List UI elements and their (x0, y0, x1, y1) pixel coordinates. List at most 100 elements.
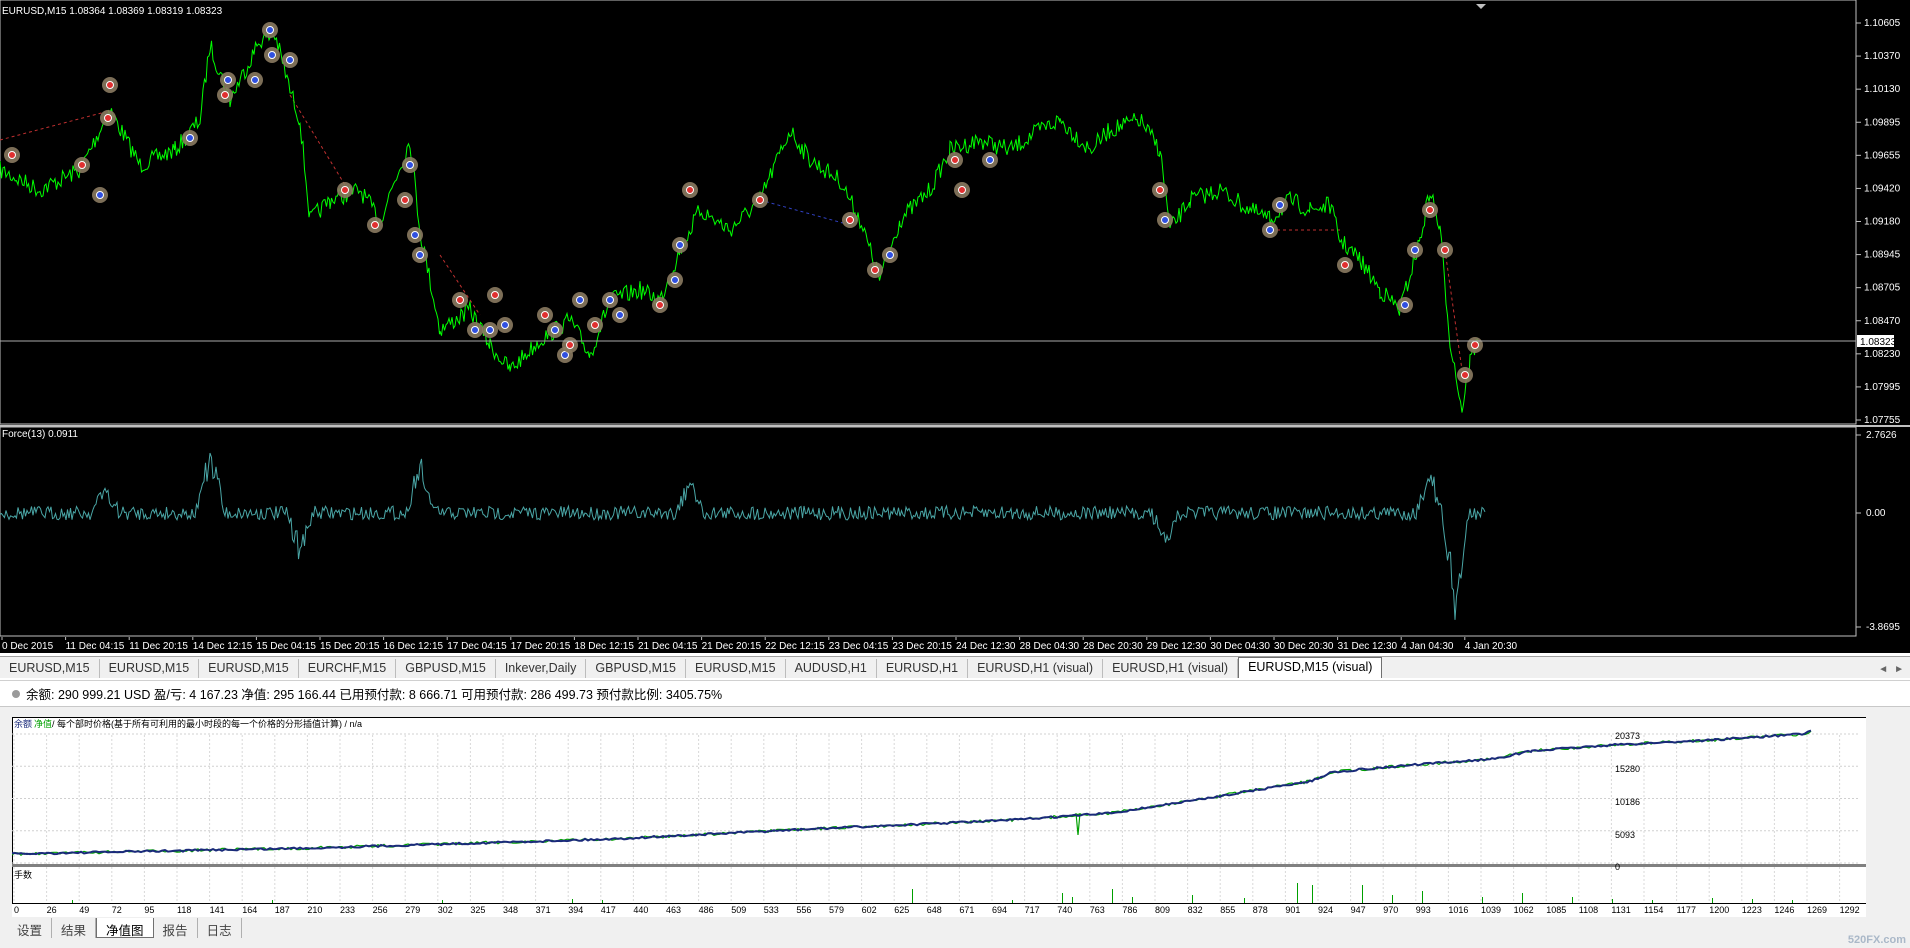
lots-bar (1072, 897, 1073, 903)
trade-marker-icon[interactable] (667, 272, 683, 288)
trade-marker-icon[interactable] (282, 52, 298, 68)
tester-tab[interactable]: 设置 (8, 918, 53, 938)
equity-x-label: 233 (340, 905, 355, 915)
force-indicator-chart[interactable]: Force(13) 0.0911 2.7626 0.00 -3.8695 (0, 427, 1910, 637)
trade-marker-icon[interactable] (407, 227, 423, 243)
equity-x-label: 118 (177, 905, 191, 915)
trade-marker-icon[interactable] (102, 77, 118, 93)
chart-tab[interactable]: Inkever,Daily (496, 659, 587, 678)
equity-x-label: 1200 (1709, 905, 1729, 915)
equity-x-label: 556 (796, 905, 811, 915)
lots-bar (1062, 893, 1063, 903)
trade-marker-icon[interactable] (1272, 197, 1288, 213)
trade-marker-icon[interactable] (247, 72, 263, 88)
arrow-left-icon[interactable]: ◄ (1878, 664, 1888, 675)
lots-bar (1792, 900, 1793, 903)
trade-marker-icon[interactable] (652, 297, 668, 313)
trade-marker-icon[interactable] (954, 182, 970, 198)
chart-tab[interactable]: EURUSD,H1 (visual) (1103, 659, 1239, 678)
trade-marker-icon[interactable] (572, 292, 588, 308)
trade-marker-icon[interactable] (562, 337, 578, 353)
chart-tab[interactable]: EURUSD,H1 (visual) (968, 659, 1104, 678)
trade-marker-icon[interactable] (402, 157, 418, 173)
trade-marker-icon[interactable] (74, 157, 90, 173)
chart-tab[interactable]: EURUSD,M15 (visual) (1238, 657, 1383, 678)
trade-marker-icon[interactable] (1152, 182, 1168, 198)
lots-bar (442, 900, 443, 903)
trade-marker-icon[interactable] (1337, 257, 1353, 273)
time-axis-label: 22 Dec 12:15 (765, 641, 825, 652)
trade-marker-icon[interactable] (612, 307, 628, 323)
trade-marker-icon[interactable] (217, 87, 233, 103)
trade-marker-icon[interactable] (982, 152, 998, 168)
price-axis-label: 1.08945 (1864, 250, 1901, 261)
trade-marker-icon[interactable] (487, 287, 503, 303)
trade-marker-icon[interactable] (1467, 337, 1483, 353)
trade-marker-icon[interactable] (1157, 212, 1173, 228)
legend-balance: 余额 (14, 718, 32, 729)
tester-tabs-bar: 设置 结果 净值图 报告 日志 (0, 918, 1910, 948)
trade-marker-icon[interactable] (497, 317, 513, 333)
trade-marker-icon[interactable] (264, 47, 280, 63)
chart-tab[interactable]: EURUSD,M15 (199, 659, 299, 678)
legend-equity: 净值 (34, 718, 52, 729)
trade-marker-icon[interactable] (337, 182, 353, 198)
time-axis-label: 11 Dec 20:15 (129, 641, 188, 652)
trade-marker-icon[interactable] (220, 72, 236, 88)
trade-marker-icon[interactable] (1437, 242, 1453, 258)
trade-marker-icon[interactable] (682, 182, 698, 198)
time-axis-label: 23 Dec 20:15 (892, 641, 952, 652)
tester-tab[interactable]: 净值图 (96, 918, 154, 938)
chart-tab[interactable]: GBPUSD,M15 (396, 659, 496, 678)
trade-marker-icon[interactable] (92, 187, 108, 203)
chart-tab[interactable]: AUDUSD,H1 (786, 659, 877, 678)
trade-marker-icon[interactable] (537, 307, 553, 323)
trade-marker-icon[interactable] (867, 262, 883, 278)
time-axis-label: 31 Dec 12:30 (1338, 641, 1398, 652)
trade-marker-icon[interactable] (397, 192, 413, 208)
trade-marker-icon[interactable] (587, 317, 603, 333)
trade-marker-icon[interactable] (100, 110, 116, 126)
chart-tab[interactable]: EURCHF,M15 (299, 659, 397, 678)
trade-marker-icon[interactable] (547, 322, 563, 338)
trade-marker-icon[interactable] (947, 152, 963, 168)
arrow-right-icon[interactable]: ► (1894, 664, 1904, 675)
tester-tab[interactable]: 日志 (198, 918, 242, 938)
trade-marker-icon[interactable] (1457, 367, 1473, 383)
trade-marker-icon[interactable] (752, 192, 768, 208)
equity-x-label: 486 (699, 905, 714, 915)
chart-tab[interactable]: EURUSD,M15 (0, 659, 100, 678)
trade-marker-icon[interactable] (182, 130, 198, 146)
price-chart[interactable]: EURUSD,M15 1.08364 1.08369 1.08319 1.083… (0, 0, 1910, 425)
trade-marker-icon[interactable] (882, 247, 898, 263)
equity-x-label: 625 (894, 905, 909, 915)
trade-marker-icon[interactable] (1407, 242, 1423, 258)
trade-marker-icon[interactable] (4, 147, 20, 163)
lots-bar (1012, 900, 1013, 903)
trade-marker-icon[interactable] (482, 322, 498, 338)
force-axis-label: 0.00 (1866, 508, 1886, 519)
trade-marker-icon[interactable] (602, 292, 618, 308)
chart-tab[interactable]: EURUSD,M15 (686, 659, 786, 678)
equity-graph[interactable]: 余额 净值 / 每个部时价格(基于所有可利用的最小时段的每一个价格的分形插值计算… (12, 717, 1866, 917)
tester-tab[interactable]: 报告 (154, 918, 198, 938)
trade-marker-icon[interactable] (1397, 297, 1413, 313)
chart-tab[interactable]: GBPUSD,M15 (586, 659, 686, 678)
equity-x-label: 49 (79, 905, 89, 915)
trade-marker-icon[interactable] (452, 292, 468, 308)
trade-marker-icon[interactable] (842, 212, 858, 228)
trade-marker-icon[interactable] (672, 237, 688, 253)
tester-tab[interactable]: 结果 (52, 918, 97, 938)
trade-marker-icon[interactable] (367, 217, 383, 233)
lots-bar (1572, 897, 1573, 903)
price-axis-label: 1.09655 (1864, 150, 1901, 161)
equity-x-label: 602 (862, 905, 877, 915)
trade-marker-icon[interactable] (1262, 222, 1278, 238)
chart-tab[interactable]: EURUSD,H1 (877, 659, 969, 678)
equity-x-label: 1154 (1644, 905, 1663, 915)
trade-marker-icon[interactable] (412, 247, 428, 263)
trade-marker-icon[interactable] (467, 322, 483, 338)
trade-marker-icon[interactable] (262, 22, 278, 38)
trade-marker-icon[interactable] (1422, 202, 1438, 218)
chart-tab[interactable]: EURUSD,M15 (100, 659, 200, 678)
